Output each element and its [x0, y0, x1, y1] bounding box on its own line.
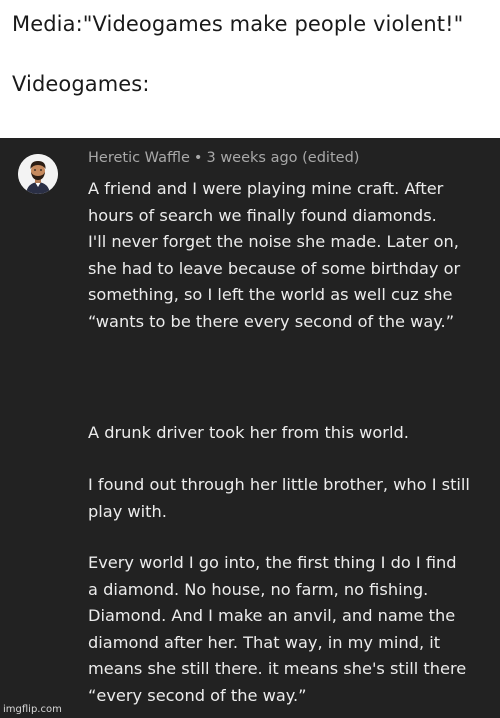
comment-paragraph: I found out through her little brother, … [88, 472, 488, 525]
comment-line: hours of search we finally found diamond… [88, 205, 437, 225]
comment-line: she had to leave because of some birthda… [88, 258, 461, 278]
imgflip-watermark: imgflip.com [3, 704, 62, 715]
meme-caption-top: Media:"Videogames make people violent!" [12, 12, 464, 36]
comment-line: something, so I left the world as well c… [88, 285, 453, 305]
meme-caption-videogames: Videogames: [12, 72, 150, 96]
comment-line: I'll never forget the noise she made. La… [88, 232, 459, 252]
comment-line: A drunk driver took her from this world. [88, 423, 409, 442]
person-avatar-icon[interactable] [18, 154, 58, 194]
comment-paragraph: Every world I go into, the first thing I… [88, 550, 488, 710]
comment-line: Diamond. And I make an anvil, and name t… [88, 606, 456, 626]
comment-line: “every second of the way.” [88, 685, 307, 705]
comment-paragraph: A drunk driver took her from this world. [88, 420, 488, 447]
comment-line: “wants to be there every second of the w… [88, 311, 455, 331]
comment-panel: Heretic Waffle • 3 weeks ago (edited) A fr… [0, 138, 500, 718]
comment-line: Every world I go into, the first thing I… [88, 553, 457, 572]
comment-line: means she still there. it means she's st… [88, 659, 467, 679]
comment-meta: Heretic Waffle • 3 weeks ago (edited) [88, 150, 359, 166]
comment-line: I found out through her little brother, … [88, 475, 470, 494]
comment-timestamp[interactable]: 3 weeks ago (edited) [206, 150, 359, 166]
meta-separator: • [193, 150, 203, 166]
comment-line: play with. [88, 501, 167, 521]
comment-author[interactable]: Heretic Waffle [88, 150, 190, 166]
comment-line: a diamond. No house, no farm, no fishing… [88, 579, 429, 599]
comment-line: A friend and I were playing mine craft. … [88, 179, 444, 198]
comment-paragraph: A friend and I were playing mine craft. … [88, 176, 488, 336]
comment-line: diamond after her. That way, in my mind,… [88, 632, 441, 652]
